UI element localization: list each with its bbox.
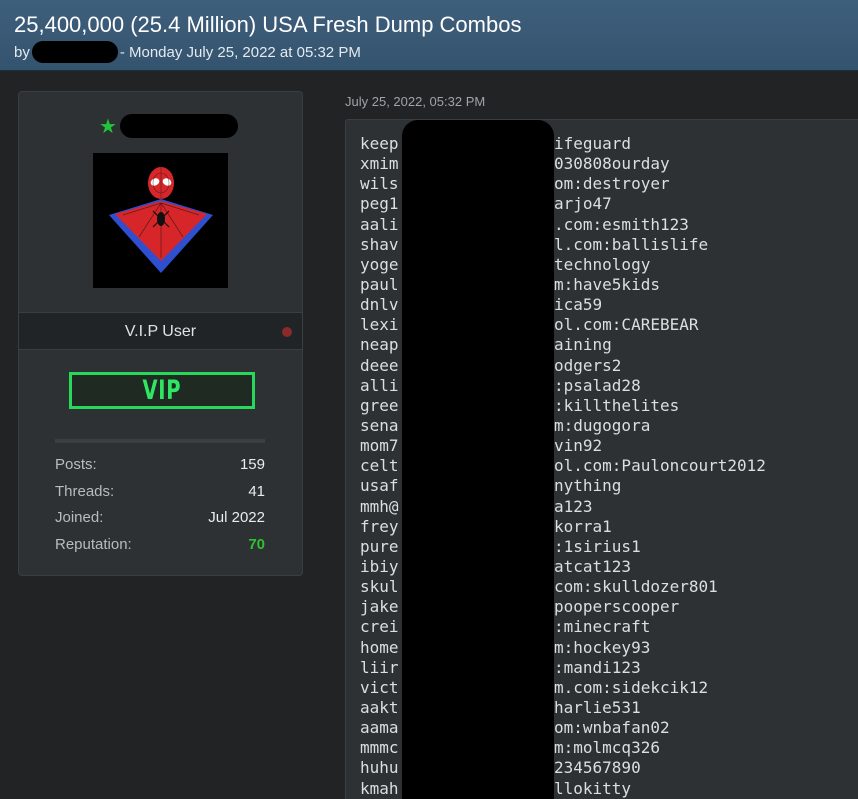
stat-label: Joined: [55, 509, 104, 526]
code-line-end: 234567890 [554, 758, 641, 778]
stat-reputation: Reputation: 70 [55, 536, 265, 563]
stat-label: Posts: [55, 456, 97, 473]
vip-badge: VIP [69, 372, 255, 409]
stat-posts: Posts: 159 [55, 456, 265, 483]
code-line-end: ifeguard [554, 134, 632, 153]
redacted-author-name [31, 41, 118, 63]
code-line-end: 030808ourday [554, 154, 670, 174]
code-line-end: ol.com:CAREBEAR [554, 315, 699, 335]
thread-header: 25,400,000 (25.4 Million) USA Fresh Dump… [0, 0, 858, 71]
code-line-end: atcat123 [554, 556, 632, 576]
code-line-end: om:destroyer [554, 174, 670, 194]
code-line-end: m:dugogora [554, 415, 651, 435]
user-stats: Posts: 159 Threads: 41 Joined: Jul 2022 … [55, 456, 265, 562]
code-line-end: :psalad28 [554, 375, 641, 395]
code-line-end: :minecraft [554, 617, 651, 637]
code-line-end: nything [554, 476, 622, 496]
post-date: July 25, 2022, 05:32 PM [345, 94, 486, 109]
code-line-end: m:molmcq326 [554, 738, 660, 758]
code-line-end: aining [554, 335, 612, 355]
thread-meta: by - Monday July 25, 2022 at 05:32 PM [14, 41, 361, 63]
stat-label: Reputation: [55, 535, 132, 553]
vip-badge-label: VIP [142, 375, 182, 406]
stat-label: Threads: [55, 482, 115, 500]
redacted-code-region [402, 120, 554, 799]
stat-value: 41 [248, 482, 265, 500]
code-line-end: ol.com:Pauloncourt2012 [554, 456, 766, 476]
code-line-end: .com:esmith123 [554, 214, 689, 234]
reputation-value[interactable]: 70 [248, 536, 265, 563]
post-code-block[interactable]: keep ifeguard xmim 030808ourday wils om:destr… [345, 119, 858, 799]
code-line-end: m:hockey93 [554, 637, 651, 657]
thread-date: - Monday July 25, 2022 at 05:32 PM [119, 43, 361, 61]
code-line-end: :killthelites [554, 395, 680, 415]
code-line-end: harlie531 [554, 697, 641, 717]
code-line-end: technology [554, 254, 651, 274]
code-line-end: a123 [554, 496, 593, 516]
code-line-end: ica59 [554, 295, 603, 315]
reputation-bar-divider [55, 439, 265, 443]
code-line-end: :1sirius1 [554, 536, 641, 556]
code-line-end: :mandi123 [554, 657, 641, 677]
stat-value: Jul 2022 [208, 509, 265, 526]
forum-thread-page: 25,400,000 (25.4 Million) USA Fresh Dump… [0, 0, 858, 799]
stat-joined: Joined: Jul 2022 [55, 509, 265, 536]
code-line-end: m.com:sidekcik12 [554, 677, 709, 697]
stat-threads: Threads: 41 [55, 483, 265, 510]
code-line-end: llokitty [554, 778, 632, 798]
code-line-end: vin92 [554, 436, 603, 456]
code-line-end: arjo47 [554, 194, 612, 214]
redacted-username[interactable] [119, 114, 238, 138]
code-line-end: m:have5kids [554, 274, 660, 294]
by-label: by [14, 43, 30, 61]
avatar[interactable] [93, 153, 228, 288]
user-info-card: ★ V.I.P User VIP Posts: 159 Threads: 41 … [18, 91, 303, 576]
username-row: ★ [99, 114, 238, 138]
thread-title: 25,400,000 (25.4 Million) USA Fresh Dump… [14, 12, 522, 37]
code-line-end: pooperscooper [554, 597, 680, 617]
user-rank-bar: V.I.P User [19, 312, 302, 350]
code-line-end: com:skulldozer801 [554, 577, 718, 597]
code-line-end: odgers2 [554, 355, 622, 375]
spiderman-avatar-image [93, 153, 228, 288]
code-line-end: korra1 [554, 516, 612, 536]
offline-status-dot-icon [282, 327, 292, 337]
online-star-icon: ★ [99, 114, 117, 138]
stat-value: 159 [239, 456, 265, 473]
user-rank-label: V.I.P User [124, 323, 197, 340]
code-line-end: om:wnbafan02 [554, 718, 670, 738]
code-line-end: l.com:ballislife [554, 234, 709, 254]
